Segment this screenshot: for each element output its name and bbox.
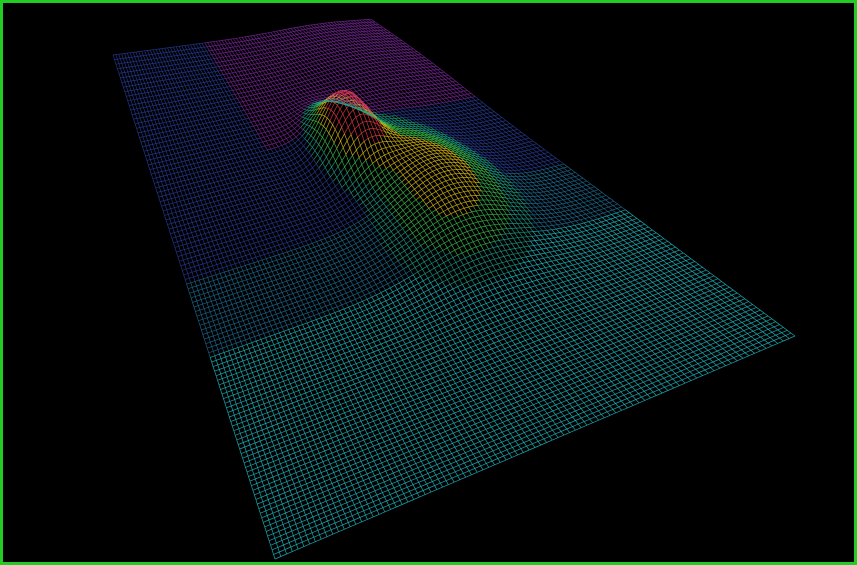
surface-mesh-lines [112,18,796,560]
3d-viewport[interactable] [0,0,857,565]
terrain-wireframe-surface[interactable] [3,3,854,562]
